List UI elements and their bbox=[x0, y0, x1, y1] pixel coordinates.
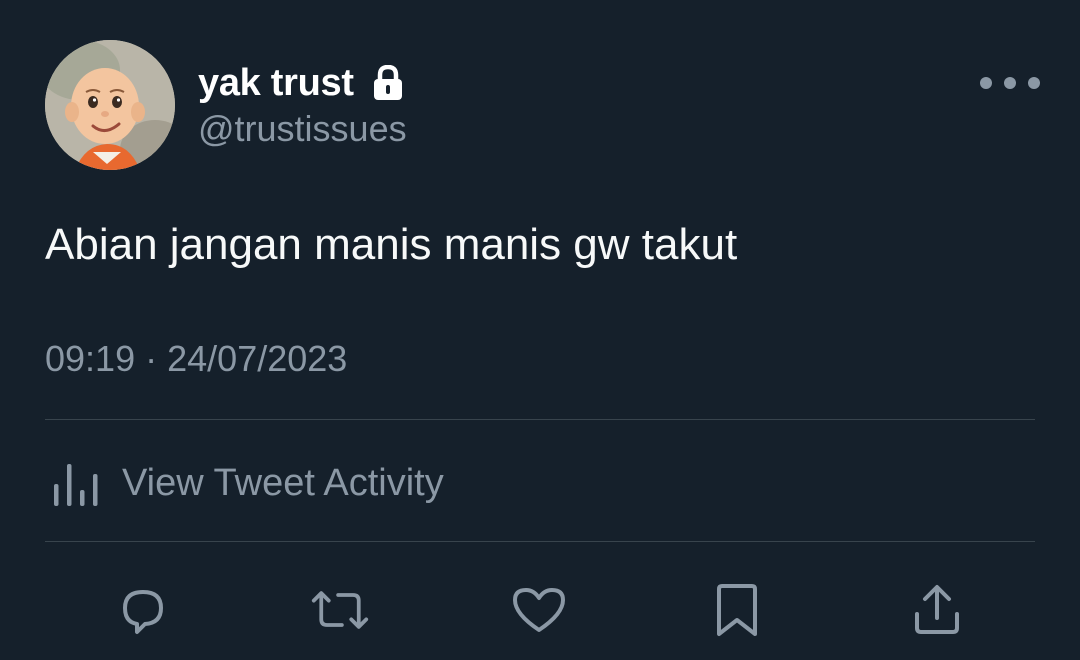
bookmark-button[interactable] bbox=[707, 580, 767, 640]
view-tweet-activity-link[interactable]: View Tweet Activity bbox=[50, 455, 444, 511]
tweet-detail: yak trust @trustissues Abian jangan mani… bbox=[0, 0, 1080, 660]
more-dot bbox=[1028, 77, 1040, 89]
like-button[interactable] bbox=[509, 580, 569, 640]
author-handle[interactable]: @trustissues bbox=[198, 108, 407, 150]
timestamp-separator: · bbox=[145, 338, 158, 379]
avatar-image bbox=[45, 40, 175, 170]
bookmark-icon bbox=[717, 584, 757, 636]
retweet-button[interactable] bbox=[310, 580, 370, 640]
tweet-time: 09:19 bbox=[45, 338, 136, 379]
divider bbox=[45, 541, 1035, 542]
tweet-date: 24/07/2023 bbox=[167, 338, 348, 379]
reply-button[interactable] bbox=[113, 580, 173, 640]
heart-icon bbox=[513, 588, 565, 632]
bar-chart-icon bbox=[54, 464, 98, 506]
more-dot bbox=[980, 77, 992, 89]
tweet-text: Abian jangan manis manis gw takut bbox=[45, 220, 738, 269]
retweet-icon bbox=[311, 591, 369, 629]
author-name-row: yak trust bbox=[198, 58, 404, 108]
lock-icon bbox=[372, 64, 404, 101]
more-dot bbox=[1004, 77, 1016, 89]
share-button[interactable] bbox=[907, 580, 967, 640]
avatar[interactable] bbox=[45, 40, 175, 170]
tweet-timestamp[interactable]: 09:19 · 24/07/2023 bbox=[45, 338, 347, 380]
divider bbox=[45, 419, 1035, 420]
reply-icon bbox=[123, 590, 163, 634]
share-icon bbox=[915, 585, 959, 634]
view-tweet-activity-label: View Tweet Activity bbox=[122, 461, 444, 504]
more-options-icon[interactable] bbox=[980, 68, 1040, 98]
display-name[interactable]: yak trust bbox=[198, 62, 354, 105]
